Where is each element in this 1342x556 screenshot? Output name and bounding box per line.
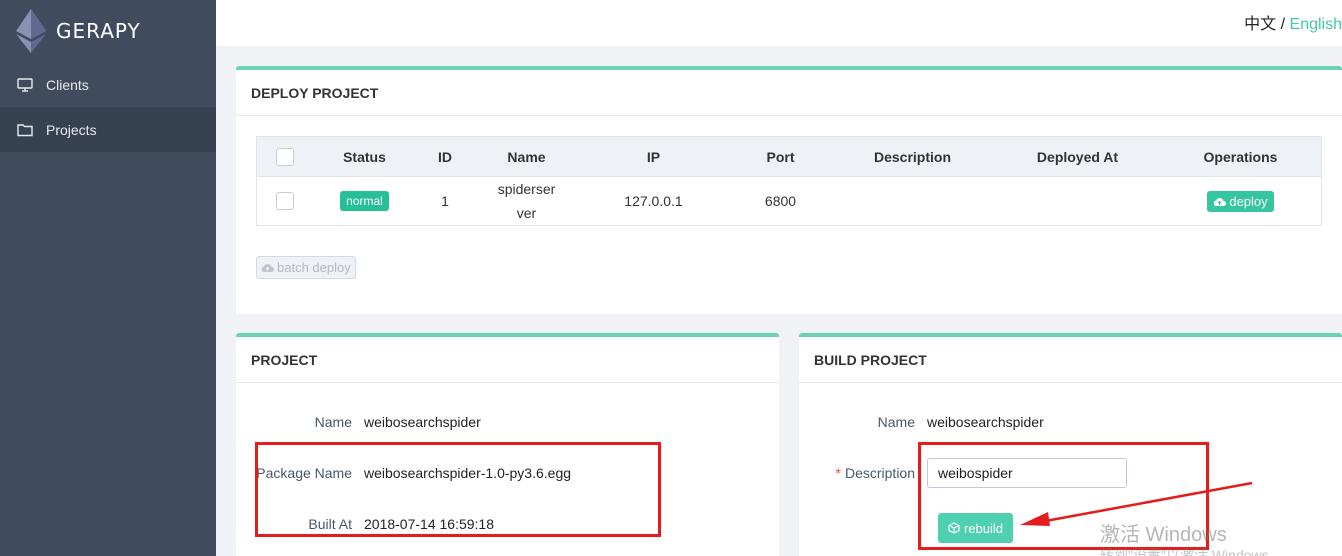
cell-port: 6800 bbox=[764, 193, 797, 209]
cloud-upload-icon bbox=[1214, 197, 1227, 206]
windows-watermark: 激活 Windows bbox=[1100, 524, 1227, 546]
table-row: normal 1 spiderserver 127.0.0.1 6800 dep… bbox=[257, 177, 1321, 225]
language-switcher: 中文 / English bbox=[1244, 10, 1342, 34]
ethereum-logo-icon bbox=[16, 9, 46, 53]
deploy-button-label: deploy bbox=[1229, 193, 1268, 209]
field-label: * Description bbox=[799, 465, 927, 481]
column-header-ip[interactable]: IP bbox=[579, 149, 728, 165]
deploy-button[interactable]: deploy bbox=[1207, 190, 1274, 212]
card-title: PROJECT bbox=[236, 337, 779, 383]
project-name-row: Name weibosearchspider bbox=[236, 407, 481, 437]
sidebar-item-projects[interactable]: Projects bbox=[0, 107, 216, 152]
column-header-id[interactable]: ID bbox=[416, 149, 474, 165]
status-badge: normal bbox=[340, 191, 389, 211]
column-header-operations: Operations bbox=[1203, 148, 1278, 165]
sidebar-item-label: Clients bbox=[46, 76, 89, 93]
app-logo[interactable]: GERAPY bbox=[0, 0, 216, 62]
sidebar-item-clients[interactable]: Clients bbox=[0, 62, 216, 107]
column-header-deployed-at[interactable]: Deployed At bbox=[992, 149, 1163, 165]
app-name: GERAPY bbox=[56, 19, 141, 43]
row-checkbox[interactable] bbox=[276, 192, 294, 210]
column-header-description[interactable]: Description bbox=[833, 149, 992, 165]
batch-deploy-label: batch deploy bbox=[277, 260, 351, 275]
field-label: Name bbox=[877, 414, 915, 430]
sidebar: GERAPY Clients Projects bbox=[0, 0, 216, 556]
windows-watermark-sub: 转到"设置"以激活 Windows。 bbox=[1100, 547, 1283, 556]
cloud-upload-icon bbox=[261, 264, 274, 272]
sidebar-item-label: Projects bbox=[46, 121, 97, 138]
cell-name: spiderserver bbox=[497, 181, 556, 221]
build-name-row: Name weibosearchspider bbox=[799, 407, 1044, 437]
batch-deploy-button[interactable]: batch deploy bbox=[256, 256, 356, 279]
card-title: DEPLOY PROJECT bbox=[236, 70, 1342, 116]
lang-chinese-link[interactable]: 中文 bbox=[1244, 16, 1276, 33]
build-name-value: weibosearchspider bbox=[927, 414, 1044, 430]
description-label: Description bbox=[844, 465, 915, 481]
card-title: BUILD PROJECT bbox=[799, 337, 1342, 383]
annotation-box-package bbox=[255, 442, 661, 537]
lang-separator: / bbox=[1276, 16, 1290, 33]
project-name-value: weibosearchspider bbox=[364, 414, 481, 430]
column-header-name[interactable]: Name bbox=[474, 149, 579, 165]
select-all-checkbox[interactable] bbox=[276, 147, 294, 166]
cell-id: 1 bbox=[441, 193, 449, 209]
deploy-project-card: DEPLOY PROJECT Status ID Name IP Port De… bbox=[236, 66, 1342, 314]
clients-table: Status ID Name IP Port Description Deplo… bbox=[256, 136, 1322, 226]
column-header-port[interactable]: Port bbox=[728, 149, 833, 165]
lang-english-link[interactable]: English bbox=[1290, 16, 1342, 33]
required-marker: * bbox=[835, 465, 841, 481]
top-header: 中文 / English bbox=[216, 0, 1342, 46]
folder-icon bbox=[16, 121, 34, 139]
cell-ip: 127.0.0.1 bbox=[624, 193, 683, 209]
field-label: Name bbox=[314, 414, 352, 430]
table-header: Status ID Name IP Port Description Deplo… bbox=[257, 137, 1321, 177]
monitor-icon bbox=[16, 76, 34, 94]
column-header-status[interactable]: Status bbox=[313, 149, 416, 165]
